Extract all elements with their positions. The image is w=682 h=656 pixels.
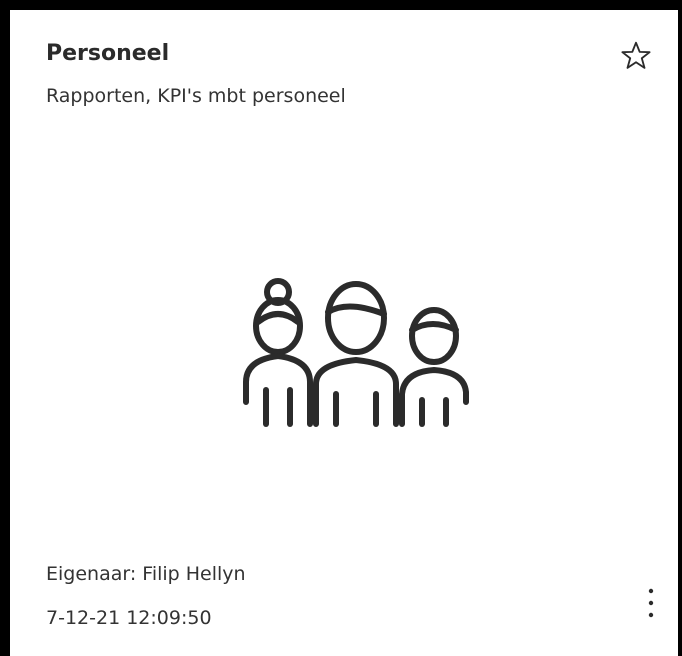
card-title: Personeel [46,41,170,66]
modified-timestamp: 7-12-21 12:09:50 [46,607,212,629]
favorite-button[interactable] [614,34,658,78]
more-options-button[interactable] [636,580,666,626]
more-vertical-icon [648,588,654,618]
owner-label: Eigenaar: Filip Hellyn [46,563,246,585]
card-description: Rapporten, KPI's mbt personeel [46,85,346,107]
report-card[interactable]: Personeel Rapporten, KPI's mbt personeel [10,10,678,656]
people-group-icon [243,278,469,427]
star-outline-icon [621,41,651,69]
